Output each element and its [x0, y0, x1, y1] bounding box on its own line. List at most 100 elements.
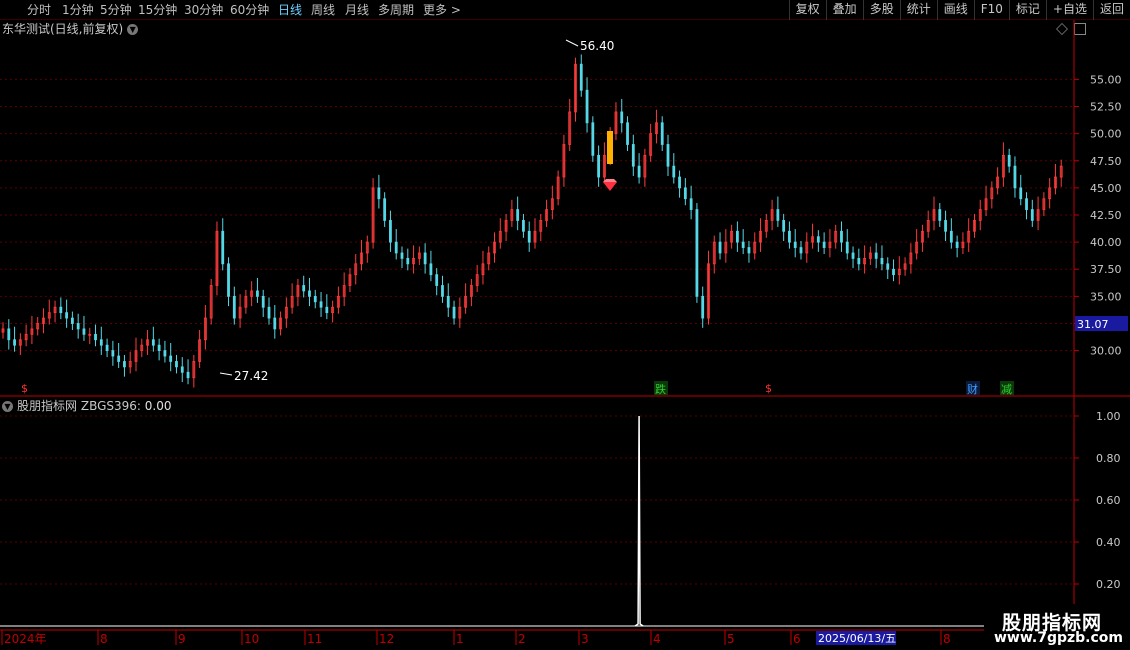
date-tick-label: 3 [581, 632, 589, 646]
watermark: 股朋指标网 www.7gpzb.com [984, 604, 1130, 650]
candle [192, 354, 196, 388]
date-tick-label: 10 [244, 632, 259, 646]
candle [637, 153, 641, 184]
candle [325, 294, 329, 320]
candle [360, 239, 363, 271]
date-tick-label: 9 [178, 632, 186, 646]
indicator-header[interactable]: ▼ 股朋指标网 ZBGS396: 0.00 [2, 398, 172, 414]
marker-cai[interactable]: 财 [967, 382, 978, 396]
date-tick-label: 6 [793, 632, 801, 646]
indicator-tick-label: 0.40 [1096, 536, 1121, 549]
date-axis: 2024年 8 9 10 11 12 1 2 3 4 5 6 8 [1, 630, 951, 646]
candle [1013, 156, 1017, 198]
candle [365, 235, 369, 263]
candle [522, 213, 525, 238]
price-tick-label: 30.00 [1090, 345, 1122, 358]
price-tick-label: 35.00 [1090, 290, 1122, 303]
candle [868, 246, 872, 265]
marker-dollar-2[interactable]: $ [765, 382, 772, 395]
low-label: 27.42 [234, 369, 268, 383]
indicator-axis: 0.20 0.40 0.60 0.80 1.00 [1074, 410, 1121, 591]
candle [290, 283, 294, 314]
price-tick-label: 45.00 [1090, 182, 1122, 195]
candle [845, 229, 849, 260]
indicator-formula: ZBGS396: [80, 399, 141, 413]
candle [70, 311, 74, 330]
candle [198, 329, 202, 368]
candle [811, 223, 814, 249]
candle [614, 102, 618, 141]
candle [163, 340, 167, 363]
candle [117, 343, 121, 368]
marker-die[interactable]: 跌 [655, 382, 666, 396]
candle [1054, 164, 1057, 195]
candle [53, 300, 57, 323]
candle [261, 289, 265, 317]
candle [562, 134, 566, 187]
candle [707, 250, 710, 325]
candle [678, 170, 681, 198]
candle [782, 213, 786, 242]
price-tick-label: 55.00 [1090, 73, 1122, 86]
candle [36, 316, 40, 336]
indicator-tick-label: 0.60 [1096, 494, 1121, 507]
marker-dollar-1[interactable]: $ [21, 382, 28, 395]
candle [383, 192, 387, 227]
candle [660, 116, 664, 151]
candle [94, 324, 97, 347]
candle [961, 232, 965, 255]
watermark-url: www.7gpzb.com [994, 630, 1124, 646]
candle [880, 245, 884, 271]
date-tick-label: 1 [456, 632, 464, 646]
candle [435, 268, 439, 296]
indicator-tick-label: 1.00 [1096, 410, 1121, 423]
candle [730, 224, 734, 249]
candle [354, 254, 358, 285]
candle [140, 338, 144, 358]
candle [672, 153, 676, 184]
candle [59, 297, 63, 320]
candle [840, 221, 843, 252]
candle [47, 299, 51, 325]
candle [232, 286, 236, 325]
candle [319, 292, 323, 317]
chevron-down-icon[interactable]: ▼ [2, 401, 13, 412]
candle [227, 257, 230, 307]
candle [469, 279, 473, 307]
candle [1001, 142, 1005, 187]
date-tick-label: 8 [100, 632, 108, 646]
candle [493, 232, 496, 263]
marker-jian[interactable]: 减 [1001, 383, 1012, 396]
candle [279, 311, 282, 336]
candle [666, 134, 670, 176]
date-tick-label: 5 [727, 632, 735, 646]
signal-bar [607, 131, 613, 164]
gem-icon[interactable] [603, 179, 617, 191]
candle [649, 123, 653, 162]
candle [978, 199, 982, 231]
candle [915, 229, 919, 260]
indicator-name: 股朋指标网 [17, 399, 78, 413]
candle [417, 246, 421, 265]
candle [1036, 196, 1040, 231]
candle [1048, 178, 1052, 209]
high-label: 56.40 [580, 39, 614, 53]
candle [308, 277, 311, 307]
candle [805, 232, 809, 263]
candle [429, 250, 433, 282]
candle [157, 338, 161, 361]
candle [874, 243, 878, 269]
candle [834, 224, 838, 249]
kline-chart[interactable]: 30.0032.5035.0037.5040.0042.5045.0047.50… [0, 0, 1130, 650]
indicator-grid [0, 415, 1074, 585]
candle [481, 250, 485, 285]
candle [851, 246, 855, 269]
date-tick-label: 12 [379, 632, 394, 646]
candle [1, 322, 5, 339]
candle [816, 230, 820, 252]
candle [1030, 199, 1034, 227]
candle [221, 218, 225, 271]
candle [892, 259, 895, 282]
candle [209, 279, 213, 325]
candle [967, 218, 971, 252]
